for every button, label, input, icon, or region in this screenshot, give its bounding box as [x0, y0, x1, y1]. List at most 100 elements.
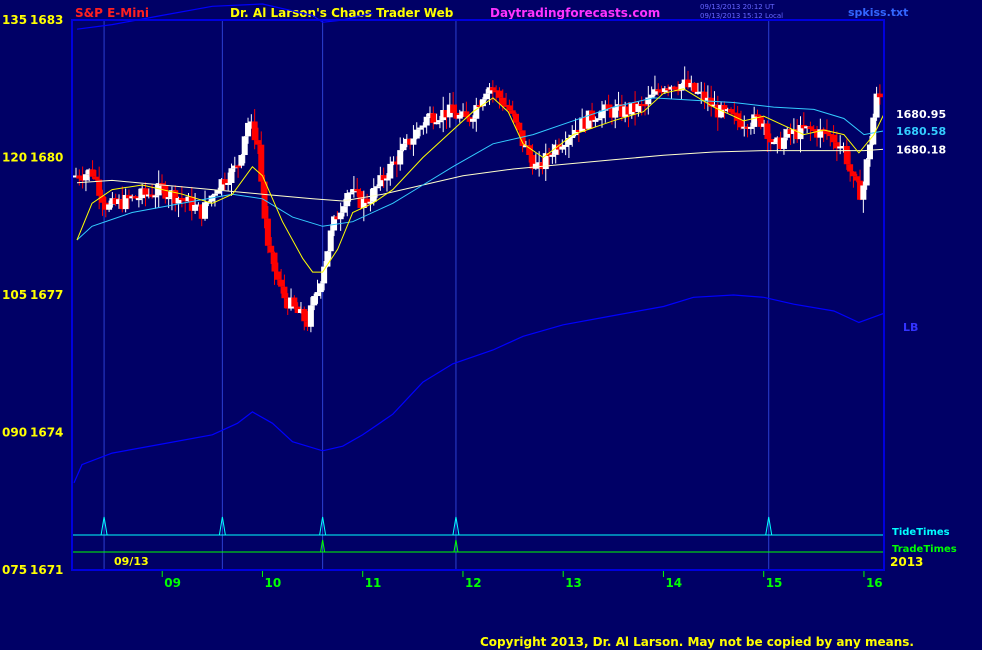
price-bar-body [512, 113, 519, 123]
price-bar-body [165, 197, 172, 200]
price-bar-body [228, 168, 235, 183]
price-bar-body [417, 127, 424, 130]
price-bar-body [850, 171, 857, 177]
y-tick-price: 1671 [30, 563, 63, 577]
price-bar-body [473, 105, 480, 119]
plot-frame [71, 19, 885, 571]
y-tick-osc: 120 [2, 151, 27, 165]
y-tick-price: 1677 [30, 288, 63, 302]
price-bar-body [374, 186, 381, 189]
price-bar-body [278, 279, 285, 287]
oscillator-line [73, 294, 885, 484]
price-bar-body [450, 104, 457, 113]
price-bar-body [307, 305, 314, 327]
x-tick-label: 14 [665, 576, 682, 590]
price-bar-body [489, 87, 496, 91]
price-bar-body [142, 188, 149, 195]
price-bar-body [830, 134, 837, 143]
price-bar-body [764, 123, 771, 139]
year-label: 2013 [890, 555, 923, 569]
price-bar-body [456, 114, 463, 119]
price-bar-body [311, 296, 318, 306]
x-tick-label: 09 [164, 576, 181, 590]
price-bar-body [562, 144, 569, 147]
price-bar-body [747, 126, 754, 129]
y-tick-price: 1683 [30, 13, 63, 27]
symbol-label: S&P E-Mini [75, 6, 149, 20]
y-tick-osc: 135 [2, 13, 27, 27]
price-bar-body [721, 105, 728, 110]
price-bar-body [314, 292, 321, 297]
price-bar-body [225, 182, 232, 185]
chart-title: Dr. Al Larson's Chaos Trader Web [230, 6, 454, 20]
x-tick-label: 10 [264, 576, 281, 590]
price-bars [73, 66, 883, 333]
y-tick-price: 1680 [30, 151, 63, 165]
y-axis: 135 1683 120 1680 105 1677 090 1674 075 1671 [2, 13, 63, 577]
trade-times-label: TradeTimes [892, 544, 957, 555]
oscillator-lines [73, 3, 885, 484]
price-bar-body [642, 104, 649, 107]
price-bar-body [106, 204, 113, 210]
price-bar-body [370, 187, 377, 202]
price-bar-body [430, 113, 437, 124]
price-bar-body [423, 116, 430, 126]
x-axis: 09 10 11 12 13 14 15 16 [161, 570, 883, 590]
ma-value-label: 1680.58 [896, 125, 946, 138]
website-label: Daytradingforecasts.com [490, 6, 660, 20]
price-bar-body [400, 143, 407, 151]
price-bar-body [268, 245, 275, 253]
price-bar-body [340, 206, 347, 213]
price-bar-body [241, 136, 248, 156]
x-tick-label: 15 [766, 576, 783, 590]
price-bar-body [499, 97, 506, 105]
price-bar-body [410, 138, 417, 145]
price-bar-body [866, 144, 873, 160]
price-bar-body [274, 271, 281, 280]
y-tick-osc: 105 [2, 288, 27, 302]
price-bar-body [162, 185, 169, 199]
price-bar-body [99, 195, 106, 203]
tide-times-label: TideTimes [892, 527, 950, 538]
ma-value-labels: 1680.95 1680.58 1680.18 LB [896, 108, 946, 334]
price-bar-body [89, 169, 96, 177]
timing-lines [72, 516, 884, 553]
ma-value-label: 1680.95 [896, 108, 946, 121]
price-bar-body [509, 110, 516, 114]
time-markers [103, 20, 770, 570]
price-bar-body [254, 140, 261, 145]
price-bar-body [863, 159, 870, 186]
price-bar-body [780, 137, 787, 149]
x-tick-label: 11 [365, 576, 382, 590]
ma-value-label: 1680.18 [896, 143, 946, 156]
date-label: 09/13 [114, 555, 149, 568]
price-bar-body [559, 146, 566, 150]
price-bar-body [264, 218, 271, 246]
price-bar-body [671, 86, 678, 90]
price-bar-body [301, 309, 308, 322]
price-bar-body [612, 107, 619, 118]
price-bar-body [96, 179, 103, 196]
price-chart: S&P E-Mini Dr. Al Larson's Chaos Trader … [2, 3, 957, 649]
timestamp-utc: 09/13/2013 20:12 UT [700, 3, 775, 11]
price-bar-body [737, 120, 744, 128]
price-bar-body [873, 93, 880, 118]
price-bar-body [135, 198, 142, 201]
price-bar-body [327, 230, 334, 252]
price-bar-body [92, 176, 99, 180]
price-bar-body [767, 138, 774, 143]
price-bar-body [847, 164, 854, 172]
price-bar-body [771, 142, 778, 145]
price-bar-body [420, 125, 427, 128]
price-bar-body [754, 114, 761, 117]
price-bar-body [589, 110, 596, 121]
price-bar-body [860, 185, 867, 200]
price-bar-body [483, 93, 490, 100]
price-bar-body [245, 122, 252, 137]
price-bar-body [202, 202, 209, 219]
price-bar-body [648, 94, 655, 98]
y-tick-osc: 090 [2, 426, 27, 440]
price-bar-body [436, 120, 443, 123]
file-label: spkiss.txt [848, 6, 908, 19]
price-bar-body [506, 105, 513, 111]
